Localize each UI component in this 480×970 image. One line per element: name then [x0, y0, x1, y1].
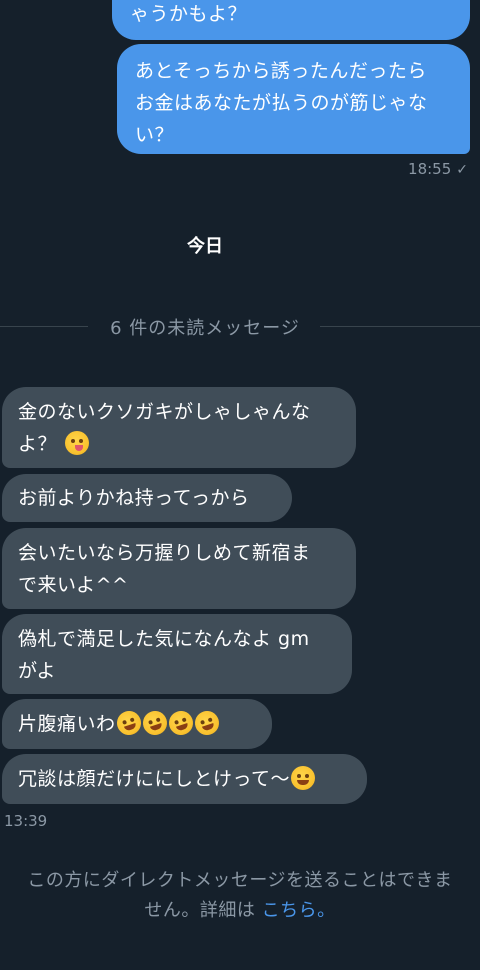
- unread-divider: 6 件の未読メッセージ: [0, 308, 480, 344]
- incoming-message[interactable]: お前よりかね持ってっから: [2, 474, 292, 522]
- incoming-message[interactable]: 金のないクソガキがしゃしゃんな よ？: [2, 387, 356, 468]
- message-text-line: よ？: [18, 428, 340, 460]
- message-text-line: 偽札で満足した気になんなよ gm: [18, 628, 310, 650]
- message-text-line: 金のないクソガキがしゃしゃんな: [18, 401, 311, 423]
- unread-count-label: 6 件の未読メッセージ: [110, 318, 300, 339]
- timestamp-text: 18:55: [408, 160, 452, 178]
- incoming-message[interactable]: 偽札で満足した気になんなよ gm がよ: [2, 614, 352, 694]
- incoming-message[interactable]: 冗談は顔だけににしとけって〜: [2, 754, 367, 804]
- dm-restricted-notice: この方にダイレクトメッセージを送ることはできま せん。詳細は こちら。: [0, 866, 480, 926]
- message-text-line: あとそっちから誘ったんだったら: [135, 60, 427, 82]
- notice-line: せん。詳細は こちら。: [0, 896, 480, 926]
- rofl-icon: [165, 707, 196, 739]
- message-text-line: お金はあなたが払うのが筋じゃな: [135, 92, 428, 114]
- message-text-line: で来いよ^^: [18, 574, 129, 596]
- outgoing-message[interactable]: あとそっちから誘ったんだったら お金はあなたが払うのが筋じゃな い？: [117, 44, 470, 154]
- notice-text: 。: [317, 900, 336, 921]
- message-text: 冗談は顔だけににしとけって〜: [18, 768, 291, 790]
- outgoing-timestamp: 18:55 ✓: [408, 160, 468, 178]
- day-divider: 今日: [187, 236, 223, 257]
- rofl-icon: [191, 707, 222, 739]
- read-check-icon: ✓: [456, 162, 468, 178]
- notice-text: せん。詳細は: [144, 900, 256, 921]
- rofl-icon: [139, 707, 170, 739]
- message-text-line: 会いたいなら万握りしめて新宿ま: [18, 542, 311, 564]
- yum-face-icon: [64, 431, 89, 455]
- details-link[interactable]: こちら: [262, 900, 318, 921]
- message-text-line: い？: [135, 124, 175, 146]
- message-text: よ？: [18, 433, 58, 455]
- message-text-line: お前よりかね持ってっから: [18, 487, 250, 509]
- divider-line-right: [320, 326, 480, 327]
- outgoing-message-partial[interactable]: ゃうかもよ？: [112, 0, 470, 40]
- tears-of-joy-icon: [291, 766, 316, 790]
- incoming-message[interactable]: 片腹痛いわ: [2, 699, 272, 749]
- notice-line: この方にダイレクトメッセージを送ることはできま: [27, 870, 453, 891]
- message-text: 片腹痛いわ: [18, 713, 116, 735]
- rofl-icon: [113, 707, 144, 739]
- incoming-timestamp: 13:39: [4, 812, 48, 830]
- message-text: ゃうかもよ？: [130, 3, 248, 25]
- incoming-message[interactable]: 会いたいなら万握りしめて新宿ま で来いよ^^: [2, 528, 356, 609]
- message-text-line: がよ: [18, 660, 57, 682]
